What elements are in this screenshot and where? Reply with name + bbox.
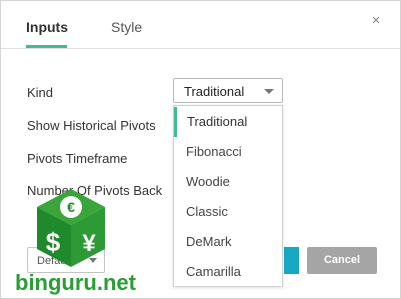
- pivots-timeframe-label: Pivots Timeframe: [27, 151, 128, 166]
- svg-text:€: €: [67, 199, 75, 215]
- show-historical-pivots-label: Show Historical Pivots: [27, 118, 156, 133]
- kind-select[interactable]: Traditional: [173, 78, 283, 103]
- dropdown-option-demark[interactable]: DeMark: [174, 227, 282, 257]
- dropdown-option-fibonacci[interactable]: Fibonacci: [174, 137, 282, 167]
- yen-icon: ¥: [82, 230, 96, 257]
- svg-text:$: $: [46, 227, 61, 257]
- kind-dropdown-list: Traditional Fibonacci Woodie Classic DeM…: [173, 105, 283, 287]
- pivot-settings-dialog: Inputs Style × Kind Show Historical Pivo…: [0, 0, 401, 299]
- chevron-down-icon: [264, 89, 274, 94]
- binguru-logo: € $ ¥: [37, 189, 105, 267]
- dollar-icon: $: [46, 227, 61, 257]
- kind-label: Kind: [27, 85, 54, 100]
- dropdown-option-classic[interactable]: Classic: [174, 197, 282, 227]
- tab-inputs[interactable]: Inputs: [26, 19, 68, 35]
- dropdown-option-woodie[interactable]: Woodie: [174, 167, 282, 197]
- kind-select-value: Traditional: [184, 84, 245, 99]
- header-divider: [1, 48, 400, 49]
- tab-style[interactable]: Style: [111, 19, 142, 35]
- ok-button[interactable]: [284, 247, 299, 274]
- dropdown-option-traditional[interactable]: Traditional: [174, 107, 282, 137]
- svg-text:¥: ¥: [82, 230, 96, 257]
- close-icon[interactable]: ×: [369, 13, 383, 28]
- watermark-text: binguru.net: [15, 270, 136, 295]
- euro-icon: €: [60, 196, 82, 218]
- cancel-button[interactable]: Cancel: [307, 247, 377, 274]
- dropdown-option-camarilla[interactable]: Camarilla: [174, 257, 282, 287]
